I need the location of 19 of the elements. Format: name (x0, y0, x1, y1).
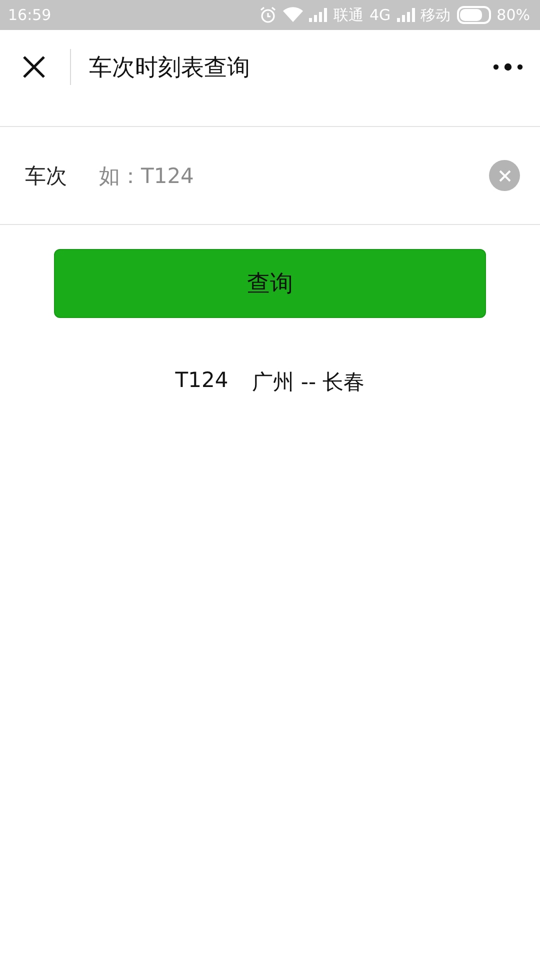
carrier-text: 移动 (420, 6, 451, 24)
input-field[interactable]: 如：T124 (97, 162, 489, 188)
clock-text: 16:59 (8, 6, 52, 24)
battery-icon (456, 6, 491, 24)
network-text: 4G (369, 6, 391, 24)
alarm-icon (259, 6, 278, 24)
close-button[interactable] (22, 55, 46, 79)
battery-text: 80% (496, 6, 530, 24)
x-icon (498, 168, 512, 182)
more-button[interactable] (492, 62, 524, 72)
signal-icon (396, 8, 415, 22)
signal-icon (309, 8, 328, 22)
field-label: 车次 (25, 162, 68, 190)
carrier-text: 联通 (333, 6, 364, 24)
query-button[interactable]: 查询 (54, 249, 486, 318)
wifi-icon (283, 7, 304, 23)
page-title: 车次时刻表查询 (89, 54, 251, 82)
train-number: T124 (175, 368, 228, 394)
route-text: 广州 -- 长春 (252, 369, 365, 396)
